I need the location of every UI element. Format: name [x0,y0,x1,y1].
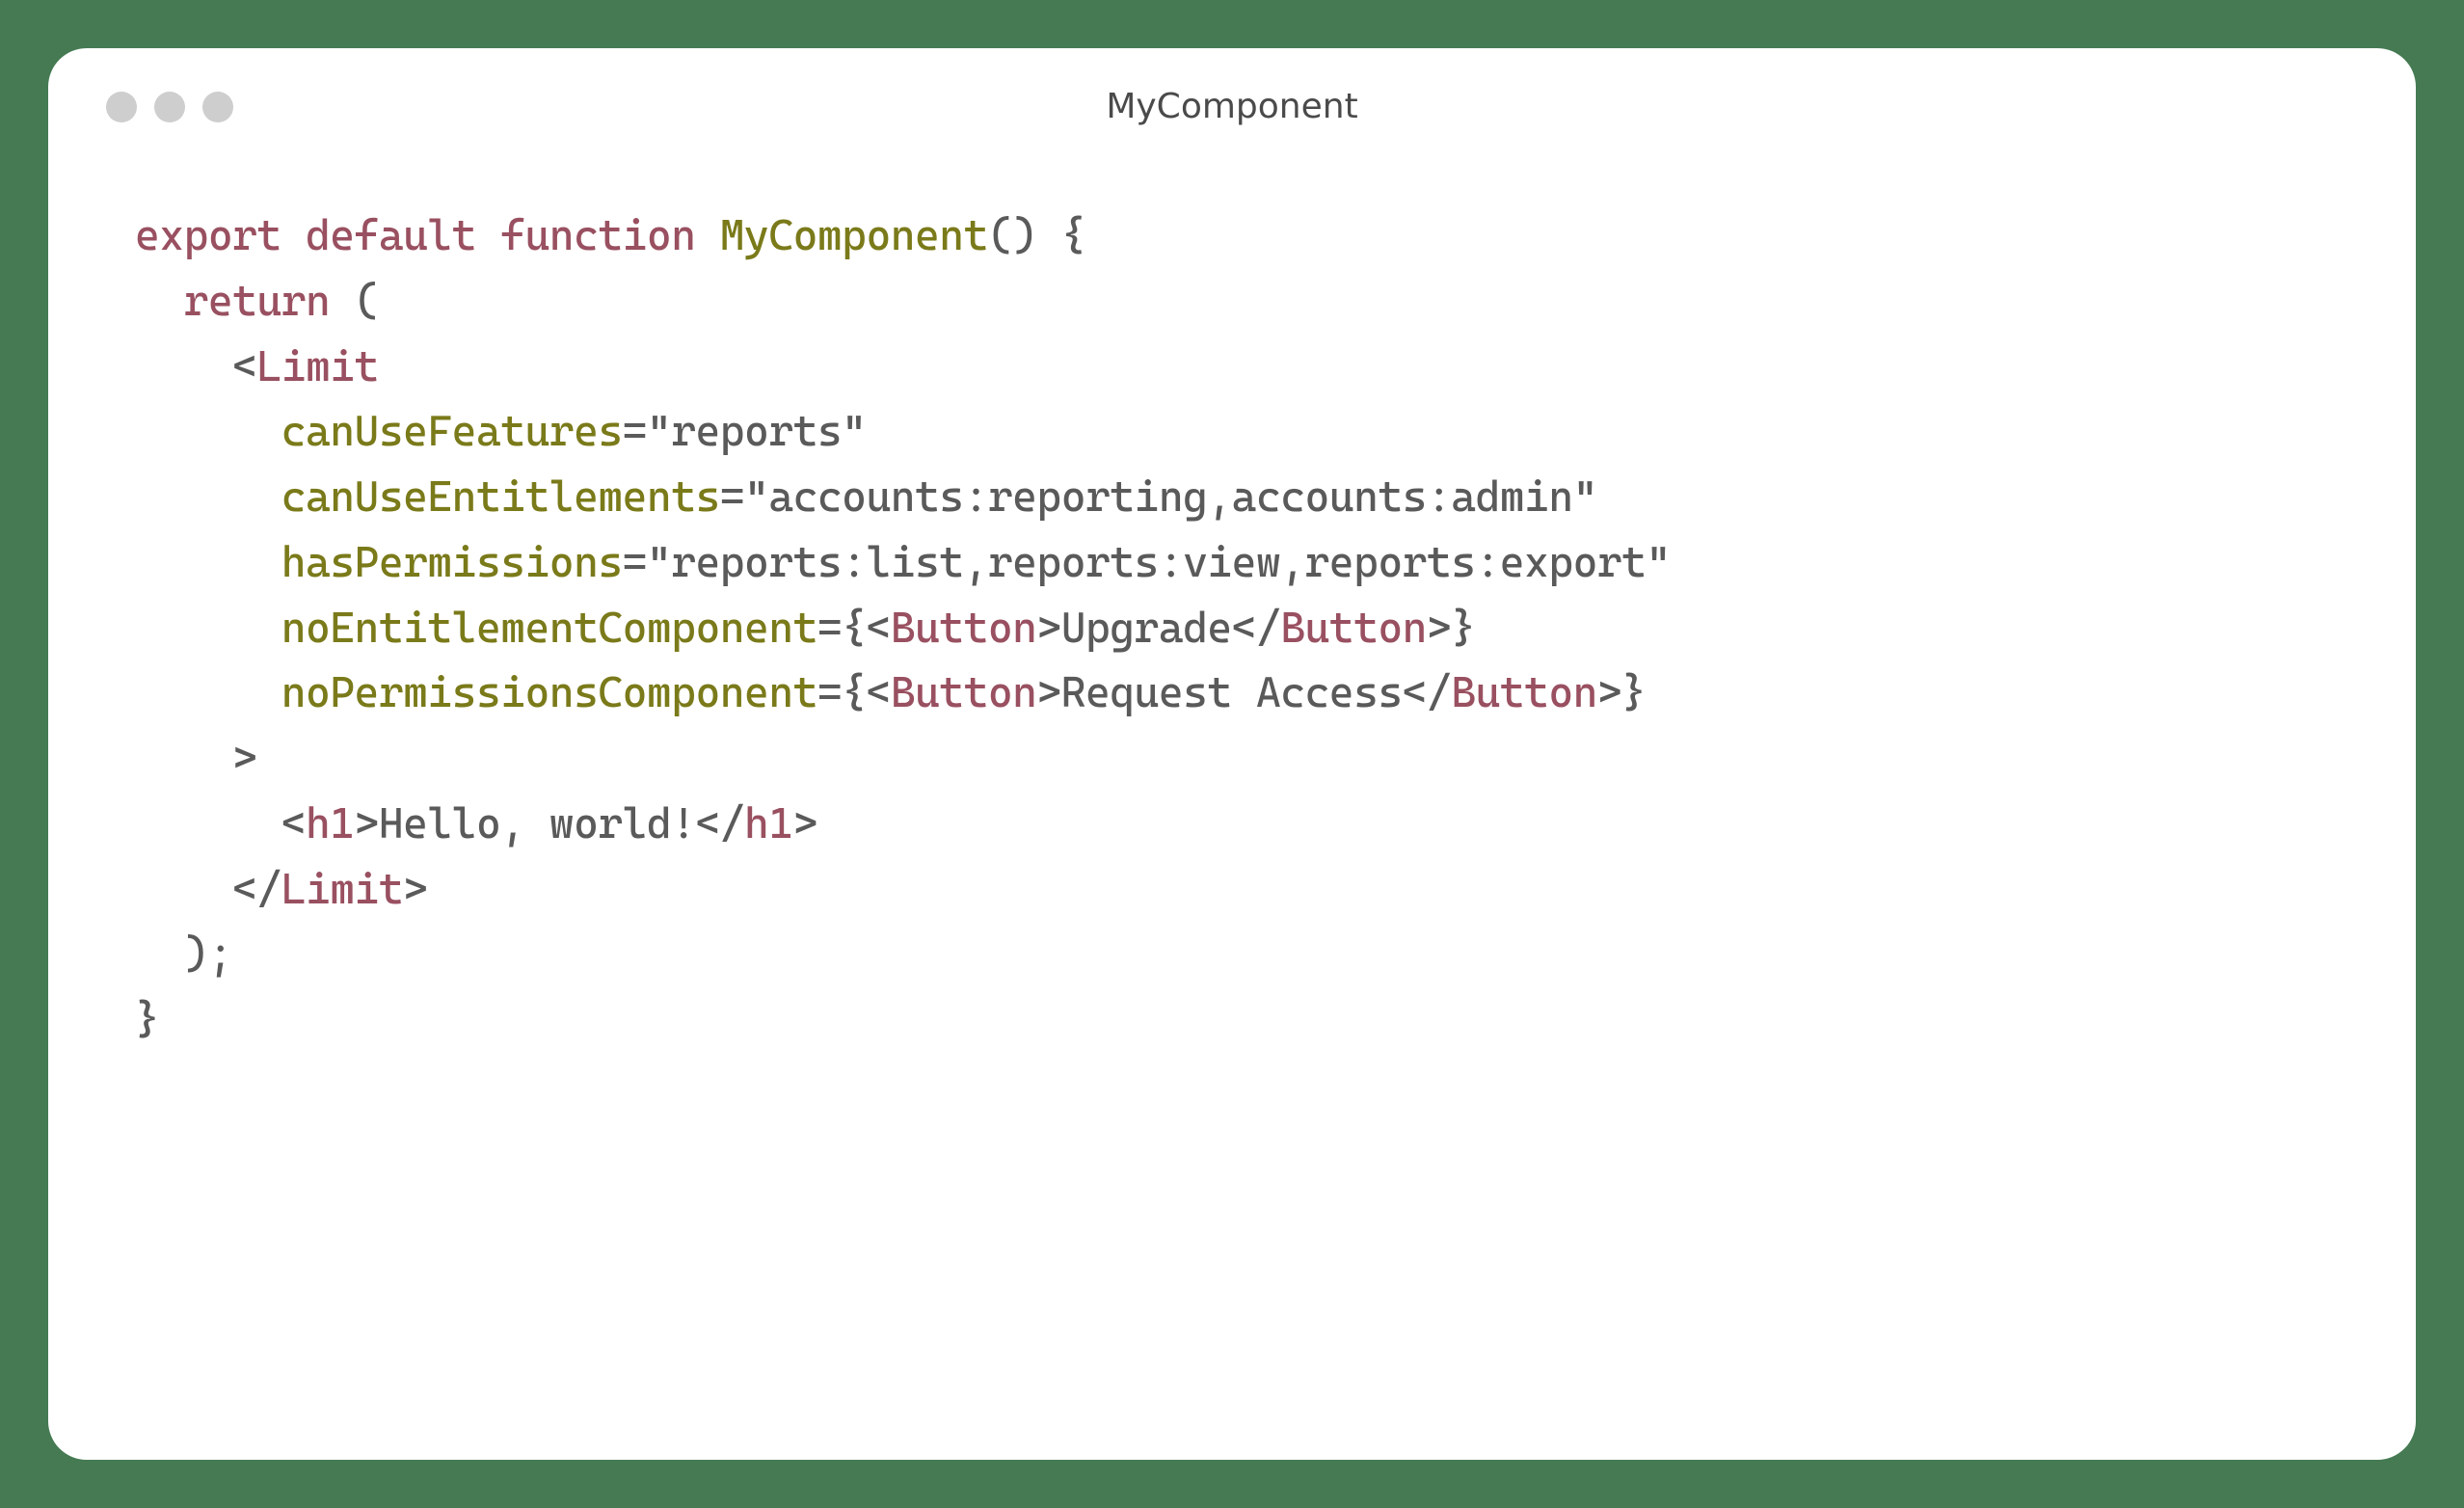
tag-h1-close: h1 [744,799,793,848]
tag-button-close: Button [1280,604,1427,653]
h1-text: Hello, world! [379,799,696,848]
tag-button: Button [891,668,1037,717]
equals: = [623,538,647,587]
angle-bracket: > [1427,604,1451,653]
tag-button: Button [891,604,1037,653]
button-text-request: Request Access [1061,668,1403,717]
window-title: MyComponent [96,87,2368,126]
window-titlebar: MyComponent [48,48,2416,146]
close-paren-semi: ); [184,929,233,979]
tag-limit-open: Limit [256,342,378,391]
traffic-lights [106,92,233,122]
minimize-icon[interactable] [154,92,185,122]
angle-bracket: > [1036,668,1060,717]
tag-limit-close: Limit [281,865,403,914]
angle-bracket: < [866,604,890,653]
attr-noEntitlementComponent: noEntitlementComponent [281,604,817,653]
angle-bracket: < [866,668,890,717]
expr-open: ={ [817,668,867,717]
angle-bracket: > [403,865,427,914]
function-name: MyComponent [720,211,988,260]
tag-h1: h1 [306,799,355,848]
close-icon[interactable] [106,92,137,122]
maximize-icon[interactable] [202,92,233,122]
expr-close: } [1451,604,1475,653]
angle-bracket: </ [1232,604,1281,653]
open-paren: ( [330,277,379,326]
angle-bracket: < [232,342,256,391]
attr-hasPermissions: hasPermissions [281,538,623,587]
angle-bracket: > [1036,604,1060,653]
angle-bracket: </ [695,799,744,848]
code-content: export default function MyComponent() { … [48,146,2416,1111]
button-text-upgrade: Upgrade [1061,604,1232,653]
expr-close: } [1621,668,1646,717]
attr-canUseFeatures: canUseFeatures [281,407,623,456]
open-brace: { [1036,211,1085,260]
tag-close-gt: > [232,734,256,783]
close-brace: } [135,995,159,1044]
keyword-default: default [306,211,476,260]
keyword-return: return [184,277,331,326]
parens: () [988,211,1037,260]
attr-noPermissionsComponent: noPermissionsComponent [281,668,817,717]
tag-button-close: Button [1451,668,1597,717]
angle-bracket: < [281,799,306,848]
angle-bracket: > [1597,668,1621,717]
attr-value-permissions: "reports:list,reports:view,reports:expor… [647,538,1671,587]
expr-open: ={ [817,604,867,653]
keyword-function: function [500,211,695,260]
keyword-export: export [135,211,281,260]
attr-value-entitlements: "accounts:reporting,accounts:admin" [744,472,1597,522]
angle-bracket: </ [1403,668,1452,717]
angle-bracket: </ [232,865,281,914]
angle-bracket: > [355,799,379,848]
equals: = [720,472,744,522]
attr-value-reports: "reports" [647,407,867,456]
equals: = [623,407,647,456]
code-window: MyComponent export default function MyCo… [48,48,2416,1460]
angle-bracket: > [793,799,817,848]
attr-canUseEntitlements: canUseEntitlements [281,472,720,522]
